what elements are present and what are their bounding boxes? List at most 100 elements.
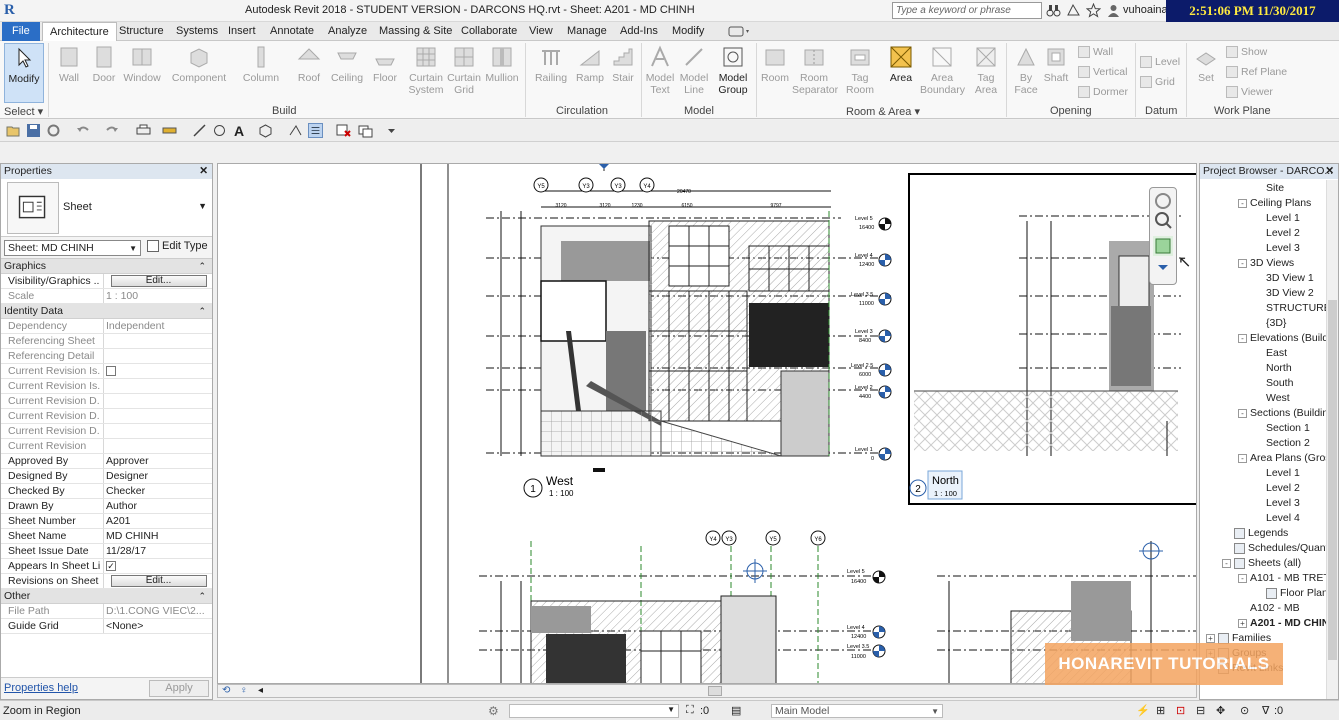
group-other[interactable]: Other ⌃ [1,589,212,604]
browser-item[interactable]: North [1254,361,1292,376]
prop-designed-by[interactable]: Designed By Designer [1,469,212,484]
subscription-icon[interactable] [1066,3,1081,18]
drawing-area[interactable]: Y5 Y3 Y3 Y4 20470 3120 3120 1230 6150 97… [217,163,1197,684]
wall-button[interactable]: Wall [55,43,83,103]
level-button[interactable]: Level [1140,54,1180,70]
workset-select[interactable]: ▼ [509,704,679,718]
railing-button[interactable]: Railing [532,43,570,103]
navigation-bar[interactable] [1149,187,1177,285]
close-icon[interactable]: ✕ [1325,164,1334,179]
temporary-hide-icon[interactable]: ♀ [240,685,248,696]
viewer-button[interactable]: Viewer [1226,84,1273,100]
zoom-icon[interactable] [1153,210,1173,230]
tab-file[interactable]: File [2,22,40,41]
view-title[interactable]: North [932,475,959,487]
browser-item[interactable]: STRUCTURE [1254,301,1331,316]
revit-logo-icon[interactable]: R [4,2,20,19]
collapse-toggle-icon[interactable]: - [1238,258,1247,268]
curtain-grid-button[interactable]: Curtain Grid [446,43,482,103]
scroll-thumb[interactable] [1328,300,1337,660]
star-icon[interactable] [1086,3,1101,18]
browser-item[interactable]: Level 2 [1254,481,1300,496]
ramp-button[interactable]: Ramp [574,43,606,103]
tab-architecture[interactable]: Architecture [42,22,117,42]
revision-issued-checkbox[interactable] [106,366,116,377]
column-button[interactable]: Column [240,43,282,103]
horizontal-scroll-thumb[interactable] [708,686,722,696]
component-button[interactable]: Component [170,43,228,103]
roof-button[interactable]: Roof [294,43,324,103]
prop-guide-grid[interactable]: Guide Grid <None> [1,619,212,634]
ceiling-button[interactable]: Ceiling [328,43,366,103]
drag-elements-icon[interactable]: ✥ [1216,704,1225,717]
browser-item[interactable]: -Sections (Building Section) [1238,406,1338,421]
customize-qat-icon[interactable] [384,123,399,138]
select-links-icon[interactable]: ⚡ [1136,704,1150,717]
prop-approved-by[interactable]: Approved By Approver [1,454,212,469]
by-face-button[interactable]: By Face [1012,43,1040,103]
open-icon[interactable] [6,123,21,138]
collapse-icon[interactable]: ⌃ [198,259,206,274]
instance-filter-select[interactable]: Sheet: MD CHINH ▼ [4,240,141,256]
tab-manage[interactable]: Manage [560,22,614,41]
dormer-button[interactable]: Dormer [1078,84,1128,100]
prop-drawn-by[interactable]: Drawn By Author [1,499,212,514]
measure-icon[interactable] [162,123,177,138]
design-option-select[interactable]: Main Model ▼ [771,704,943,718]
browser-item[interactable]: Level 3 [1254,241,1300,256]
scroll-left-icon[interactable]: ◂ [258,685,263,696]
tab-annotate[interactable]: Annotate [263,22,321,41]
expand-toggle-icon[interactable]: + [1238,618,1247,628]
user-name[interactable]: vuhoainam.re... [1123,4,1168,16]
zoom-region-icon[interactable] [1153,236,1173,256]
prop-sheet-issue-date[interactable]: Sheet Issue Date 11/28/17 [1,544,212,559]
collapse-icon[interactable]: ⌃ [198,304,206,319]
collapse-toggle-icon[interactable]: - [1238,333,1247,343]
browser-item[interactable]: A102 - MB [1238,601,1300,616]
browser-item[interactable]: Legends [1222,526,1288,541]
browser-item[interactable]: Section 1 [1254,421,1310,436]
browser-item[interactable]: {3D} [1254,316,1286,331]
browser-item[interactable]: Section 2 [1254,436,1310,451]
browser-item[interactable]: South [1254,376,1293,391]
browser-item[interactable]: -Elevations (Building Elevation) [1238,331,1338,346]
floor-button[interactable]: Floor [370,43,400,103]
tab-insert[interactable]: Insert [221,22,263,41]
view-title[interactable]: West [546,474,574,488]
window-button[interactable]: Window [122,43,162,103]
worksets-icon[interactable]: ⚙ [488,704,499,718]
model-line-button[interactable]: Model Line [678,43,710,103]
select-by-face-icon[interactable]: ⊟ [1196,704,1205,717]
tab-modify[interactable]: Modify [665,22,711,41]
select-pinned-icon[interactable]: ⊡ [1176,704,1185,717]
aligned-dimension-icon[interactable] [192,123,207,138]
tag-area-button[interactable]: Tag Area [970,43,1002,103]
browser-item[interactable]: - Sheets (all) [1222,556,1301,571]
curtain-system-button[interactable]: Curtain System [406,43,446,103]
set-workplane-button[interactable]: Set [1192,43,1220,103]
tab-add-ins[interactable]: Add-Ins [613,22,665,41]
room-area-panel-label[interactable]: Room & Area ▾ [846,105,920,118]
design-options-icon[interactable]: ▤ [731,704,741,717]
close-hidden-windows-icon[interactable] [336,123,351,138]
collapse-toggle-icon[interactable]: - [1238,453,1247,463]
select-panel-label[interactable]: Select ▾ [4,105,43,118]
user-icon[interactable] [1106,3,1121,18]
sync-icon[interactable] [46,123,61,138]
browser-item[interactable]: -3D Views [1238,256,1294,271]
switch-windows-icon[interactable] [358,123,373,138]
stair-button[interactable]: Stair [608,43,638,103]
browser-item[interactable]: - A101 - MB TRET [1238,571,1330,586]
browser-item[interactable]: + A201 - MD CHINH [1238,616,1337,631]
collapse-toggle-icon[interactable]: - [1238,198,1247,208]
tab-analyze[interactable]: Analyze [321,22,374,41]
browser-item[interactable]: 3D View 2 [1254,286,1314,301]
apply-button[interactable]: Apply [149,680,209,697]
redo-icon[interactable] [104,123,119,138]
shaft-button[interactable]: Shaft [1042,43,1070,103]
group-graphics[interactable]: Graphics ⌃ [1,259,212,274]
browser-item[interactable]: Level 4 [1254,511,1300,526]
browser-item[interactable]: 3D View 1 [1254,271,1314,286]
chevron-down-icon[interactable]: ▼ [198,201,207,211]
browser-item[interactable]: Level 3 [1254,496,1300,511]
